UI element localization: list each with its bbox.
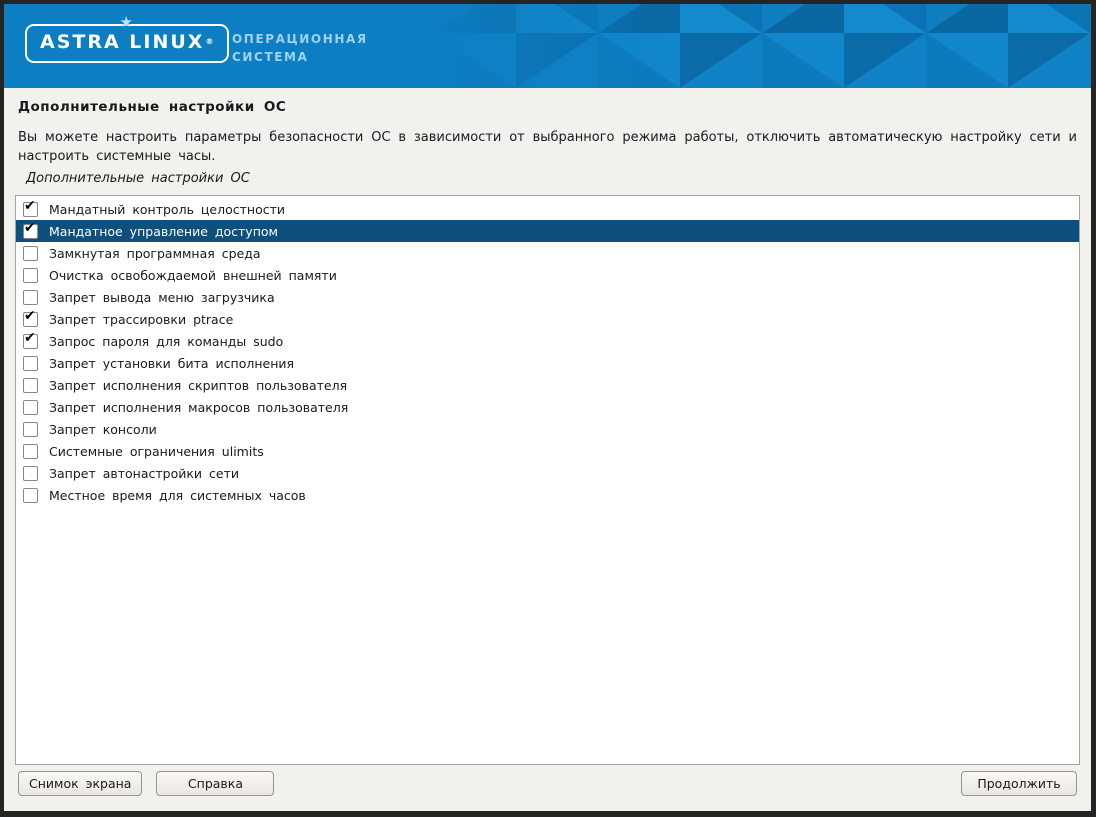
option-row[interactable]: Очистка освобождаемой внешней памяти: [16, 264, 1079, 286]
option-label: Местное время для системных часов: [49, 488, 306, 503]
checkbox[interactable]: [23, 268, 38, 283]
continue-button[interactable]: Продолжить: [961, 771, 1077, 796]
checkbox[interactable]: [23, 246, 38, 261]
checkmark-icon: ✔: [24, 331, 36, 345]
option-label: Запрет установки бита исполнения: [49, 356, 294, 371]
option-row[interactable]: Запрет вывода меню загрузчика: [16, 286, 1079, 308]
astra-linux-logo: ★ ASTRA LINUX®: [25, 24, 229, 63]
option-row[interactable]: Запрет консоли: [16, 418, 1079, 440]
checkbox[interactable]: ✔: [23, 334, 38, 349]
footer-bar: Снимок экрана Справка Продолжить: [14, 765, 1081, 811]
header-banner: ★ ASTRA LINUX® ОПЕРАЦИОННАЯ СИСТЕМА: [4, 4, 1091, 88]
option-label: Запрет автонастройки сети: [49, 466, 239, 481]
option-row[interactable]: ✔ Мандатный контроль целостности: [16, 198, 1079, 220]
option-row[interactable]: ✔ Мандатное управление доступом: [16, 220, 1079, 242]
checkbox[interactable]: ✔: [23, 312, 38, 327]
option-label: Мандатный контроль целостности: [49, 202, 285, 217]
section-label: Дополнительные настройки ОС: [26, 171, 1077, 186]
checkbox[interactable]: [23, 400, 38, 415]
checkmark-icon: ✔: [24, 199, 36, 213]
option-label: Очистка освобождаемой внешней памяти: [49, 268, 337, 283]
checkbox[interactable]: [23, 378, 38, 393]
option-row[interactable]: Системные ограничения ulimits: [16, 440, 1079, 462]
option-row[interactable]: ✔ Запрос пароля для команды sudo: [16, 330, 1079, 352]
option-label: Запрет консоли: [49, 422, 157, 437]
checkmark-icon: ✔: [24, 309, 36, 323]
checkbox[interactable]: ✔: [23, 224, 38, 239]
screenshot-button[interactable]: Снимок экрана: [18, 771, 142, 796]
option-label: Замкнутая программная среда: [49, 246, 261, 261]
option-row[interactable]: ✔ Запрет трассировки ptrace: [16, 308, 1079, 330]
star-icon: ★: [120, 15, 135, 30]
option-label: Запрет исполнения макросов пользователя: [49, 400, 348, 415]
checkmark-icon: ✔: [24, 221, 36, 235]
option-label: Запрос пароля для команды sudo: [49, 334, 283, 349]
option-label: Запрет вывода меню загрузчика: [49, 290, 275, 305]
options-list[interactable]: ✔ Мандатный контроль целостности ✔ Манда…: [15, 195, 1080, 765]
option-row[interactable]: Запрет исполнения макросов пользователя: [16, 396, 1079, 418]
page-description: Вы можете настроить параметры безопаснос…: [18, 128, 1077, 166]
help-button[interactable]: Справка: [156, 771, 274, 796]
registered-mark: ®: [205, 37, 215, 46]
option-row[interactable]: Запрет установки бита исполнения: [16, 352, 1079, 374]
option-label: Системные ограничения ulimits: [49, 444, 264, 459]
checkbox[interactable]: [23, 422, 38, 437]
option-row[interactable]: Запрет исполнения скриптов пользователя: [16, 374, 1079, 396]
checkbox[interactable]: [23, 488, 38, 503]
option-row[interactable]: Местное время для системных часов: [16, 484, 1079, 506]
content-area: Дополнительные настройки ОС Вы можете на…: [4, 88, 1091, 811]
installer-window: ★ ASTRA LINUX® ОПЕРАЦИОННАЯ СИСТЕМА Допо…: [0, 0, 1096, 817]
checkbox[interactable]: [23, 444, 38, 459]
option-label: Запрет трассировки ptrace: [49, 312, 233, 327]
option-label: Мандатное управление доступом: [49, 224, 278, 239]
option-label: Запрет исполнения скриптов пользователя: [49, 378, 347, 393]
checkbox[interactable]: ✔: [23, 202, 38, 217]
brand-text: ОПЕРАЦИОННАЯ СИСТЕМА: [232, 30, 368, 66]
brand-line1: ОПЕРАЦИОННАЯ: [232, 30, 368, 48]
brand-line2: СИСТЕМА: [232, 48, 368, 66]
option-row[interactable]: Замкнутая программная среда: [16, 242, 1079, 264]
checkbox[interactable]: [23, 290, 38, 305]
checkbox[interactable]: [23, 356, 38, 371]
page-title: Дополнительные настройки ОС: [18, 99, 1077, 115]
checkbox[interactable]: [23, 466, 38, 481]
logo-text: ASTRA LINUX: [40, 31, 204, 53]
option-row[interactable]: Запрет автонастройки сети: [16, 462, 1079, 484]
